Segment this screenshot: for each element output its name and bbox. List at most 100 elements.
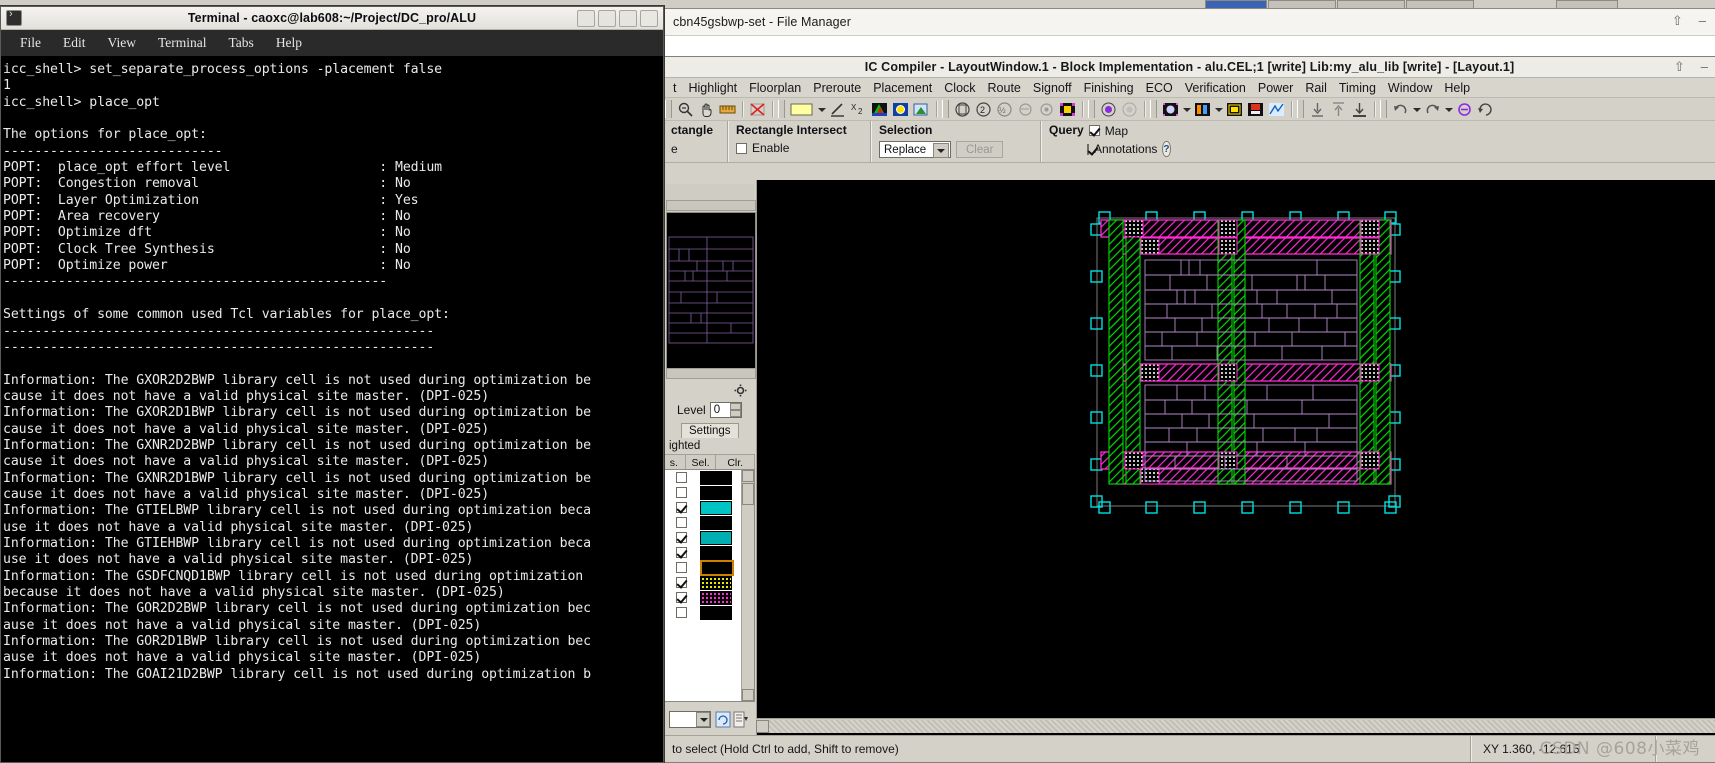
color-swatch-icon[interactable] [789,100,815,119]
refresh-icon[interactable] [1476,100,1495,119]
layer-select-checkbox[interactable] [675,547,687,558]
clear-selection-icon[interactable] [748,100,767,119]
canvas-hscrollbar[interactable] [756,718,1715,733]
maximize-icon[interactable] [619,9,637,27]
pan-hand-icon[interactable] [697,100,716,119]
toolbar-grip[interactable] [1380,100,1387,118]
undo-icon[interactable] [1391,100,1410,119]
zoom-selection-icon[interactable] [1037,100,1056,119]
toolbar-grip[interactable] [1088,100,1095,118]
scroll-left-icon[interactable] [756,719,769,733]
level-stepper[interactable]: 0 [709,402,742,418]
ic-compiler-titlebar[interactable]: IC Compiler - LayoutWindow.1 - Block Imp… [663,57,1715,78]
layer-color-swatch[interactable] [700,485,732,500]
zoom-previous-icon[interactable] [1016,100,1035,119]
stepper-up-icon[interactable] [729,403,741,410]
terminal-menu-terminal[interactable]: Terminal [147,35,218,51]
pencil-icon[interactable] [828,100,847,119]
zoom-out-icon[interactable] [676,100,695,119]
chevron-down-icon[interactable] [696,712,710,727]
layer-color-swatch[interactable] [700,559,734,576]
layer-list[interactable] [663,469,755,702]
menu-item-highlight[interactable]: Highlight [682,81,743,95]
chevron-down-icon[interactable] [1214,101,1223,118]
terminal-titlebar[interactable]: Terminal - caoxc@lab608:~/Project/DC_pro… [1,7,663,30]
menu-item-rail[interactable]: Rail [1299,81,1333,95]
layer-select-checkbox[interactable] [675,472,687,483]
timing-map-icon[interactable] [1267,100,1286,119]
zoom-half-icon[interactable]: ½ [995,100,1014,119]
layer-color-swatch[interactable] [700,530,732,545]
power-map-icon[interactable] [1246,100,1265,119]
layer-color-swatch[interactable] [700,470,732,485]
menu-item-signoff[interactable]: Signoff [1027,81,1078,95]
scrollbar-track[interactable] [769,719,1715,733]
menu-item-clock[interactable]: Clock [938,81,981,95]
chevron-down-icon[interactable] [933,143,949,158]
reload-layers-icon[interactable] [715,711,731,728]
layer-color-swatch[interactable] [700,545,732,560]
layer-import-icon[interactable] [912,100,931,119]
layer-select-checkbox[interactable] [675,607,687,618]
enable-checkbox[interactable] [736,142,747,154]
menu-item-route[interactable]: Route [982,81,1027,95]
menu-item-floorplan[interactable]: Floorplan [743,81,807,95]
layer-select-checkbox[interactable] [675,532,687,543]
file-manager-titlebar[interactable]: cbn45gsbwp-set - File Manager ⇧ – [663,9,1715,35]
scroll-down-icon[interactable] [742,689,754,701]
toolbar-grip[interactable] [1150,100,1157,118]
net-display-icon[interactable] [1193,100,1212,119]
terminal-menu-view[interactable]: View [97,35,147,51]
close-icon[interactable] [640,9,658,27]
layer-select-checkbox[interactable] [675,592,687,603]
text-scale-icon[interactable]: X2 [849,100,868,119]
layer-color-swatch[interactable] [700,605,732,620]
zoom-fit-icon[interactable] [953,100,972,119]
colormap-icon[interactable] [870,100,889,119]
layer-row[interactable] [664,605,741,620]
layer-row[interactable] [664,500,741,515]
layer-select-checkbox[interactable] [675,517,687,528]
select-filled-icon[interactable] [1099,100,1118,119]
redo-icon[interactable] [1423,100,1442,119]
menu-item-verification[interactable]: Verification [1179,81,1252,95]
menu-item-preroute[interactable]: Preroute [807,81,867,95]
layer-view-select[interactable] [669,711,711,728]
layer-row[interactable] [664,545,741,560]
layer-row[interactable] [664,559,741,576]
layer-properties-icon[interactable] [733,711,749,728]
menu-item-eco[interactable]: ECO [1140,81,1179,95]
menu-item-timing[interactable]: Timing [1333,81,1382,95]
layout-canvas[interactable] [757,180,1715,740]
layer-select-checkbox[interactable] [675,562,687,573]
terminal-output-area[interactable]: icc_shell> set_separate_process_options … [1,56,663,762]
zoom-region-icon[interactable] [1058,100,1077,119]
chevron-down-icon[interactable] [1182,101,1191,118]
cell-display-icon[interactable] [1161,100,1180,119]
question-icon[interactable]: ? [1162,141,1171,157]
congestion-map-icon[interactable] [1225,100,1244,119]
minimap-canvas[interactable] [666,212,756,369]
layer-list-scrollbar[interactable] [741,470,754,701]
select-hollow-icon[interactable] [1120,100,1139,119]
minimize-icon[interactable] [598,9,616,27]
shade-icon[interactable]: ⇧ [1672,13,1683,29]
layer-row[interactable] [664,485,741,500]
layer-select-checkbox[interactable] [675,502,687,513]
enable-checkbox-row[interactable]: Enable [736,141,862,155]
minimap-bottom-scrollbar[interactable] [666,368,756,379]
menu-item-help[interactable]: Help [1438,81,1476,95]
layer-row[interactable] [664,515,741,530]
ruler-icon[interactable] [718,100,737,119]
layer-row[interactable] [664,575,741,590]
layer-row[interactable] [664,470,741,485]
scrollbar-thumb[interactable] [742,483,754,505]
clear-selection-button[interactable]: Clear [956,141,1004,158]
menu-item-placement[interactable]: Placement [867,81,938,95]
shade-icon[interactable]: ⇧ [1674,59,1685,75]
menu-item-power[interactable]: Power [1252,81,1299,95]
map-checkbox[interactable] [1088,125,1100,136]
layer-visibility-icon[interactable] [891,100,910,119]
chevron-down-icon[interactable] [1444,101,1453,118]
terminal-menu-tabs[interactable]: Tabs [218,35,265,51]
